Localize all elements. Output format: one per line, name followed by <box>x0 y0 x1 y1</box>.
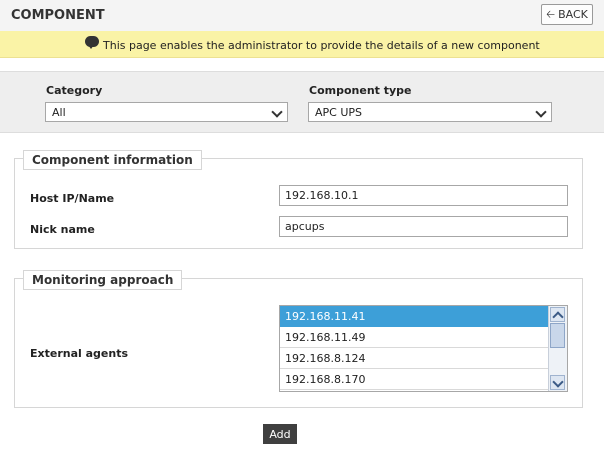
speech-bubble-icon <box>85 36 99 49</box>
host-label: Host IP/Name <box>30 192 115 205</box>
list-scrollbar[interactable] <box>548 306 567 391</box>
chevron-down-icon <box>535 106 547 118</box>
page-title: COMPONENT <box>11 8 105 23</box>
nick-name-input[interactable]: apcups <box>279 216 568 237</box>
monitoring-approach-legend: Monitoring approach <box>23 270 183 290</box>
chevron-up-icon <box>552 311 564 323</box>
list-item[interactable]: 192.168.11.41 <box>280 306 548 327</box>
category-label: Category <box>46 84 103 97</box>
list-item[interactable]: 192.168.8.170 <box>280 369 548 390</box>
scroll-up-button[interactable] <box>550 307 565 323</box>
info-message: This page enables the administrator to p… <box>103 39 540 52</box>
host-input[interactable]: 192.168.10.1 <box>279 185 568 206</box>
scroll-thumb[interactable] <box>550 323 565 348</box>
list-item[interactable]: 192.168.11.49 <box>280 327 548 348</box>
category-select-value: All <box>52 106 66 119</box>
component-information-legend: Component information <box>23 150 202 170</box>
chevron-down-icon <box>271 106 283 118</box>
nick-name-label: Nick name <box>30 223 95 236</box>
component-type-label: Component type <box>309 84 412 97</box>
filter-bar: Category All Component type APC UPS <box>0 71 604 133</box>
info-bar: This page enables the administrator to p… <box>0 31 604 58</box>
component-type-select[interactable]: APC UPS <box>308 102 552 122</box>
back-button[interactable]: 🡠 BACK <box>541 4 593 25</box>
external-agents-label: External agents <box>30 347 129 360</box>
category-select[interactable]: All <box>45 102 288 122</box>
list-item[interactable]: 192.168.8.124 <box>280 348 548 369</box>
title-bar: COMPONENT 🡠 BACK <box>0 0 604 32</box>
chevron-down-icon <box>552 376 564 388</box>
back-arrow-icon: 🡠 <box>546 8 556 21</box>
external-agents-list[interactable]: 192.168.11.41 192.168.11.49 192.168.8.12… <box>279 305 568 392</box>
scroll-down-button[interactable] <box>550 375 565 390</box>
component-type-select-value: APC UPS <box>315 106 363 119</box>
back-button-label: BACK <box>558 8 588 21</box>
add-button[interactable]: Add <box>263 424 297 444</box>
